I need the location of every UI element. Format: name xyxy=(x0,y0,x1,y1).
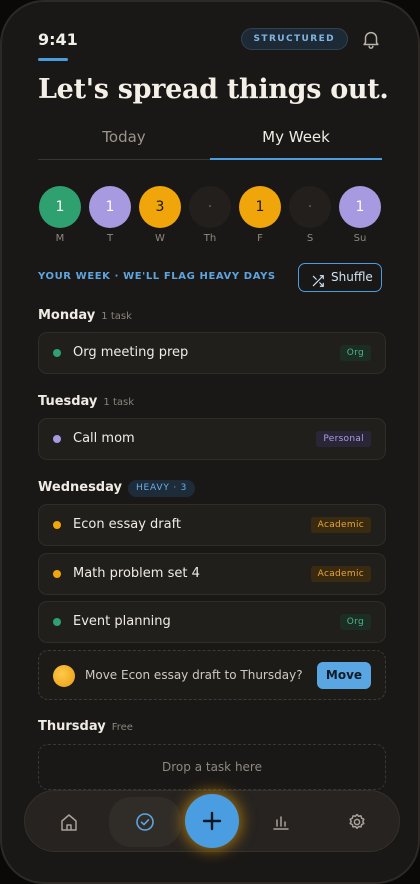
suggestion-coin-icon xyxy=(53,665,75,687)
task-call-mom[interactable]: Call mom Personal xyxy=(38,418,386,460)
bell-icon[interactable] xyxy=(360,28,382,50)
task-tag: Academic xyxy=(310,566,371,582)
task-econ-essay-draft[interactable]: Econ essay draft Academic xyxy=(38,504,386,546)
rebalance-suggestion: Move Econ essay draft to Thursday? Move xyxy=(38,650,386,700)
active-tab-indicator xyxy=(210,158,382,160)
day-saturday[interactable]: · S xyxy=(288,186,332,244)
shuffle-icon xyxy=(311,271,325,298)
group-meta: 1 task xyxy=(101,311,132,322)
shuffle-button[interactable]: Shuffle xyxy=(298,263,382,292)
task-org-meeting-prep[interactable]: Org meeting prep Org xyxy=(38,332,386,374)
day-count: · xyxy=(289,186,331,228)
day-label: W xyxy=(155,233,165,244)
check-circle-icon[interactable] xyxy=(128,805,162,839)
shuffle-label: Shuffle xyxy=(331,270,373,284)
mode-badge[interactable]: STRUCTURED xyxy=(240,28,348,50)
add-task-button[interactable] xyxy=(185,794,239,848)
day-label: F xyxy=(257,233,263,244)
day-count: 1 xyxy=(239,186,281,228)
plus-icon xyxy=(202,811,222,831)
day-count: 1 xyxy=(339,186,381,228)
day-count: 3 xyxy=(139,186,181,228)
group-meta: Free xyxy=(111,722,133,733)
view-tabs: Today My Week xyxy=(38,124,382,160)
group-monday: Monday 1 task xyxy=(38,308,132,323)
group-meta: 1 task xyxy=(103,397,134,408)
org-dot-icon xyxy=(53,618,61,626)
org-dot-icon xyxy=(53,349,61,357)
day-count: 1 xyxy=(39,186,81,228)
group-day: Wednesday xyxy=(38,480,122,495)
day-wednesday[interactable]: 3 W xyxy=(138,186,182,244)
clock-underline xyxy=(38,58,68,61)
week-caption: YOUR WEEK · WE'LL FLAG HEAVY DAYS xyxy=(38,271,276,282)
task-event-planning[interactable]: Event planning Org xyxy=(38,601,386,643)
day-count: 1 xyxy=(89,186,131,228)
day-label: Th xyxy=(203,233,217,244)
day-label: M xyxy=(55,233,65,244)
academic-dot-icon xyxy=(53,521,61,529)
task-tag: Academic xyxy=(310,517,371,533)
tab-today[interactable]: Today xyxy=(38,128,210,146)
day-label: Su xyxy=(353,233,367,244)
phone-screen: 9:41 STRUCTURED Let's spread things out.… xyxy=(0,0,420,884)
task-title: Call mom xyxy=(73,431,135,446)
bar-chart-icon[interactable] xyxy=(264,805,298,839)
task-title: Org meeting prep xyxy=(73,345,189,360)
status-bar: 9:41 STRUCTURED xyxy=(38,28,382,61)
week-strip: 1 M 1 T 3 W · Th 1 F · S 1 Su xyxy=(38,186,382,248)
day-sunday[interactable]: 1 Su xyxy=(338,186,382,244)
group-day: Tuesday xyxy=(38,394,98,409)
home-icon[interactable] xyxy=(52,805,86,839)
day-label: S xyxy=(306,233,314,244)
day-label: T xyxy=(106,233,114,244)
group-wednesday: Wednesday HEAVY · 3 xyxy=(38,480,196,497)
task-tag: Org xyxy=(339,345,371,361)
personal-dot-icon xyxy=(53,435,61,443)
task-tag: Org xyxy=(339,614,371,630)
day-thursday[interactable]: · Th xyxy=(188,186,232,244)
task-title: Math problem set 4 xyxy=(73,566,200,581)
group-day: Thursday xyxy=(38,719,106,734)
clock: 9:41 xyxy=(38,30,78,49)
task-tag: Personal xyxy=(316,431,371,447)
group-day: Monday xyxy=(38,308,96,323)
drop-zone[interactable]: Drop a task here xyxy=(38,744,386,790)
group-tuesday: Tuesday 1 task xyxy=(38,394,134,409)
tab-my-week[interactable]: My Week xyxy=(210,128,382,146)
group-thursday: Thursday Free xyxy=(38,719,133,734)
gear-icon[interactable] xyxy=(340,805,374,839)
page-title: Let's spread things out. xyxy=(38,74,389,105)
day-tuesday[interactable]: 1 T xyxy=(88,186,132,244)
task-math-problem-set[interactable]: Math problem set 4 Academic xyxy=(38,553,386,595)
day-friday[interactable]: 1 F xyxy=(238,186,282,244)
task-title: Econ essay draft xyxy=(73,517,182,532)
task-title: Event planning xyxy=(73,614,171,629)
day-monday[interactable]: 1 M xyxy=(38,186,82,244)
move-button[interactable]: Move xyxy=(317,662,371,689)
academic-dot-icon xyxy=(53,570,61,578)
day-count: · xyxy=(189,186,231,228)
suggestion-text: Move Econ essay draft to Thursday? xyxy=(85,668,303,682)
heavy-badge: HEAVY · 3 xyxy=(127,480,196,497)
